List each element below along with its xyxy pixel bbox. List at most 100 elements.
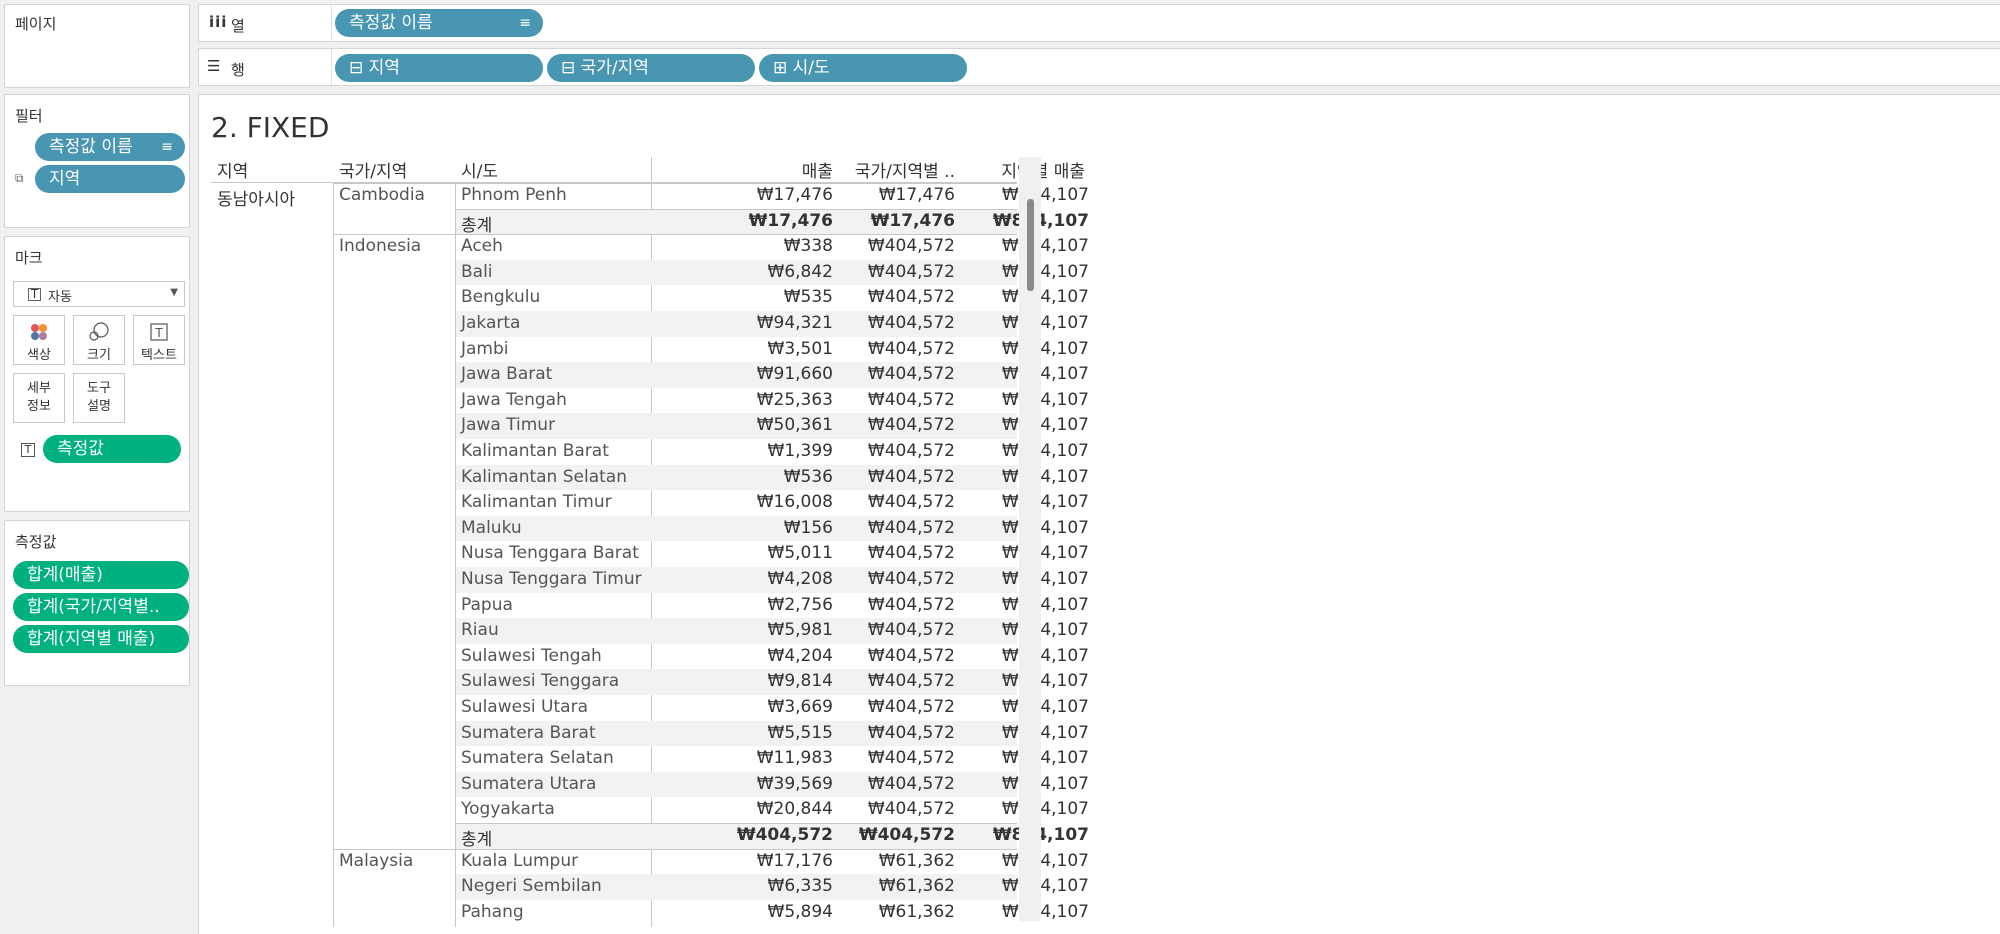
header-region[interactable]: 지역 <box>217 157 248 182</box>
state-cell[interactable]: Jawa Timur <box>461 415 555 435</box>
detail-button[interactable]: 세부 정보 <box>13 373 65 423</box>
columns-pill-measure-names[interactable]: 측정값 이름 ≡ <box>335 9 543 37</box>
sales-cell: ₩16,008 <box>756 492 833 513</box>
state-cell[interactable]: Negeri Sembilan <box>461 876 602 896</box>
state-cell[interactable]: Sumatera Selatan <box>461 748 614 768</box>
country-sales-cell: ₩404,572 <box>867 799 955 820</box>
state-cell[interactable]: Sumatera Utara <box>461 774 596 794</box>
vertical-scrollbar[interactable] <box>1019 157 1041 921</box>
sales-cell: ₩5,981 <box>767 620 833 641</box>
mark-type-select[interactable]: T 자동 ▼ <box>13 281 185 307</box>
state-cell[interactable]: 총계 <box>461 825 492 850</box>
country-sales-cell: ₩404,572 <box>867 620 955 641</box>
region-cell[interactable]: 동남아시아 <box>217 185 295 210</box>
sales-cell: ₩5,011 <box>767 543 833 564</box>
mark-type-value: 자동 <box>48 290 72 305</box>
country-sales-cell: ₩404,572 <box>867 697 955 717</box>
rows-pill-region[interactable]: ⊟ 지역 <box>335 54 543 82</box>
sheet-title: 2. FIXED <box>211 111 330 144</box>
state-cell[interactable]: Kalimantan Timur <box>461 492 612 512</box>
size-button[interactable]: 크기 <box>73 315 125 365</box>
state-cell[interactable]: Sulawesi Tenggara <box>461 671 619 691</box>
expand-icon[interactable]: ⊟ <box>561 58 575 78</box>
country-sales-cell: ₩404,572 <box>867 569 955 589</box>
country-sales-cell: ₩17,476 <box>870 210 955 231</box>
country-cell[interactable]: Malaysia <box>339 851 413 871</box>
state-cell[interactable]: Riau <box>461 620 499 640</box>
state-cell[interactable]: Jambi <box>461 339 509 359</box>
rows-shelf[interactable]: ☰ 행 ⊟ 지역 ⊟ 국가/지역 ⊞ 시/도 <box>198 48 2000 86</box>
state-cell[interactable]: Sumatera Barat <box>461 723 596 743</box>
state-cell[interactable]: Nusa Tenggara Timur <box>461 569 642 589</box>
state-cell[interactable]: Jawa Barat <box>461 364 552 384</box>
country-sales-cell: ₩404,572 <box>867 517 955 538</box>
sales-cell: ₩50,361 <box>756 415 833 436</box>
header-sales[interactable]: 매출 <box>745 157 833 182</box>
sales-cell: ₩5,894 <box>767 901 833 922</box>
color-button-label: 색상 <box>27 348 51 363</box>
state-cell[interactable]: Jakarta <box>461 313 520 333</box>
state-cell[interactable]: Aceh <box>461 236 503 256</box>
expand-icon[interactable]: ⊞ <box>773 58 787 78</box>
country-sales-cell: ₩404,572 <box>867 748 955 769</box>
expand-icon[interactable]: ⊟ <box>349 58 363 78</box>
country-sales-cell: ₩61,362 <box>878 850 955 871</box>
filter-pill-measure-names[interactable]: 측정값 이름 ≡ <box>35 133 185 161</box>
pages-card: 페이지 <box>4 4 190 88</box>
rows-pill-state[interactable]: ⊞ 시/도 <box>759 54 967 82</box>
state-cell[interactable]: Bengkulu <box>461 287 540 307</box>
text-mark-icon: T <box>28 288 41 301</box>
sales-cell: ₩4,208 <box>767 569 833 589</box>
measure-values-card: 측정값 합계(매출) 합계(국가/지역별.. 합계(지역별 매출) <box>4 520 190 686</box>
header-state[interactable]: 시/도 <box>461 157 498 182</box>
sales-cell: ₩3,669 <box>767 697 833 717</box>
state-cell[interactable]: Sulawesi Tengah <box>461 646 602 666</box>
pages-card-title: 페이지 <box>15 15 57 33</box>
measure-pill-label: 합계(매출) <box>27 565 103 585</box>
state-cell[interactable]: 총계 <box>461 211 492 236</box>
header-country-sales[interactable]: 국가/지역별 .. <box>837 157 955 182</box>
text-pill-measure-values[interactable]: 측정값 <box>43 435 181 463</box>
state-cell[interactable]: Sulawesi Utara <box>461 697 588 717</box>
header-country[interactable]: 국가/지역 <box>339 157 407 182</box>
country-sales-cell: ₩404,572 <box>867 338 955 359</box>
rows-icon: ☰ <box>207 57 221 75</box>
measure-pill-sum-sales[interactable]: 합계(매출) <box>13 561 189 589</box>
country-sales-cell: ₩404,572 <box>867 466 955 487</box>
country-sales-cell: ₩404,572 <box>867 261 955 282</box>
columns-shelf[interactable]: iii 열 측정값 이름 ≡ <box>198 4 2000 42</box>
marks-card: 마크 T 자동 ▼ 색상 크기 T 텍스트 세부 정보 도구 설명 T 측정값 <box>4 236 190 512</box>
scrollbar-thumb[interactable] <box>1027 199 1034 291</box>
country-sales-cell: ₩404,572 <box>867 236 955 257</box>
state-cell[interactable]: Jawa Tengah <box>461 390 567 410</box>
text-button[interactable]: T 텍스트 <box>133 315 185 365</box>
sort-icon: ≡ <box>161 139 173 155</box>
state-cell[interactable]: Papua <box>461 595 513 615</box>
state-cell[interactable]: Yogyakarta <box>461 799 555 819</box>
measure-pill-sum-country-sales[interactable]: 합계(국가/지역별.. <box>13 593 189 621</box>
crosstab: 지역 국가/지역 시/도 매출 국가/지역별 .. 지역별 매출 동남아시아 C… <box>211 157 1089 928</box>
svg-text:T: T <box>154 326 163 340</box>
sales-cell: ₩5,515 <box>767 722 833 743</box>
color-button[interactable]: 색상 <box>13 315 65 365</box>
state-cell[interactable]: Kuala Lumpur <box>461 851 578 871</box>
country-cell[interactable]: Cambodia <box>339 185 425 205</box>
state-cell[interactable]: Bali <box>461 262 493 282</box>
rows-pill-country[interactable]: ⊟ 국가/지역 <box>547 54 755 82</box>
sales-cell: ₩4,204 <box>767 645 833 666</box>
sales-cell: ₩17,176 <box>756 850 833 871</box>
state-cell[interactable]: Phnom Penh <box>461 185 567 205</box>
measure-pill-sum-region-sales[interactable]: 합계(지역별 매출) <box>13 625 189 653</box>
sales-cell: ₩17,476 <box>748 210 833 231</box>
filter-pill-region[interactable]: 지역 <box>35 165 185 193</box>
sales-cell: ₩338 <box>783 236 833 257</box>
tooltip-button[interactable]: 도구 설명 <box>73 373 125 423</box>
country-cell[interactable]: Indonesia <box>339 236 421 256</box>
columns-pill-label: 측정값 이름 <box>349 13 433 33</box>
sales-cell: ₩2,756 <box>767 594 833 615</box>
state-cell[interactable]: Pahang <box>461 902 524 922</box>
state-cell[interactable]: Nusa Tenggara Barat <box>461 543 639 563</box>
state-cell[interactable]: Kalimantan Selatan <box>461 467 627 487</box>
state-cell[interactable]: Maluku <box>461 518 522 538</box>
state-cell[interactable]: Kalimantan Barat <box>461 441 609 461</box>
